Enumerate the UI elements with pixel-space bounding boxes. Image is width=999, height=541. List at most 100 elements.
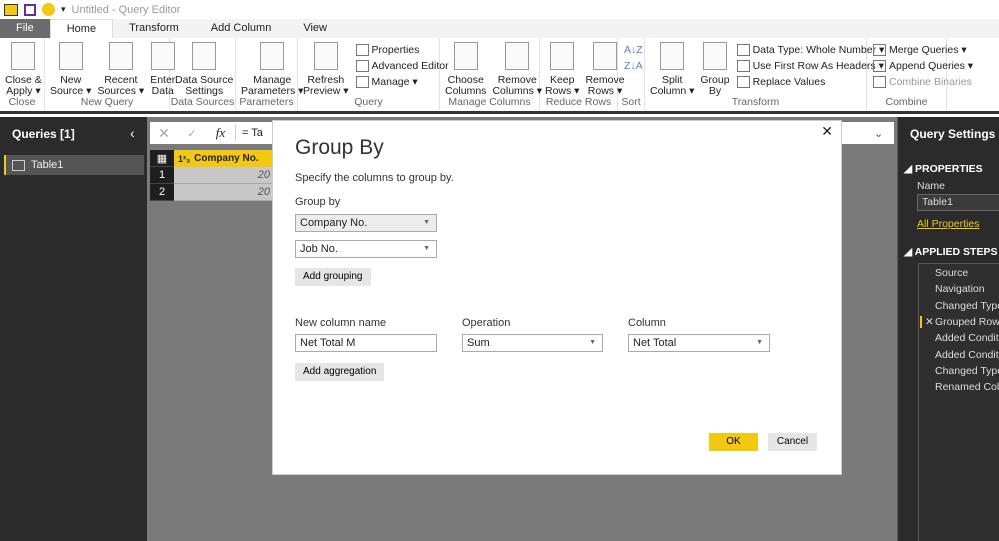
- group-by-field-2[interactable]: Job No. ▼: [295, 240, 437, 258]
- delete-step-icon[interactable]: ✕: [920, 315, 934, 328]
- applied-step[interactable]: Source: [935, 267, 968, 279]
- new-column-name-input[interactable]: Net Total M: [295, 334, 437, 352]
- ribbon-tabs: File Home Transform Add Column View: [0, 19, 999, 38]
- sort-descending-icon[interactable]: Z↓A: [624, 60, 643, 72]
- ribbon-group-close: Close & Apply ▾ Close: [0, 38, 45, 110]
- group-label: Combine: [885, 96, 928, 108]
- button-label: Remove Columns ▾: [492, 74, 543, 97]
- choosecolumns-icon: [453, 42, 478, 70]
- tab-file[interactable]: File: [0, 19, 50, 38]
- cancel-button[interactable]: Cancel: [768, 433, 817, 451]
- groupby-icon: [702, 42, 727, 70]
- cancel-formula-icon[interactable]: ✕: [150, 125, 178, 142]
- applied-step[interactable]: Navigation: [935, 283, 985, 295]
- data-sourcesettings-icon: [192, 42, 217, 70]
- manage-icon: [355, 76, 369, 88]
- table-icon: [12, 159, 25, 171]
- merge-queries-button[interactable]: Merge Queries ▾: [873, 44, 973, 56]
- dialog-title: Group By: [295, 136, 384, 159]
- add-aggregation-button[interactable]: Add aggregation: [295, 363, 385, 381]
- properties-header[interactable]: ◢ PROPERTIES: [904, 163, 983, 175]
- group-label: Sort: [621, 96, 641, 108]
- tab-view[interactable]: View: [287, 19, 343, 38]
- properties-icon: [355, 44, 369, 56]
- append-queries-icon: [873, 60, 886, 72]
- group-by-label: Group by: [295, 196, 341, 208]
- column-header[interactable]: 1²₃ Company No.: [174, 150, 274, 167]
- keeprows-icon: [550, 42, 575, 70]
- group-by-field-1[interactable]: Company No. ▼: [295, 214, 437, 232]
- chevron-down-icon: ▼: [756, 339, 763, 346]
- ribbon-group-combine: Merge Queries ▾ Append Queries ▾ Combine B…: [867, 38, 973, 110]
- collapse-icon[interactable]: ‹: [130, 125, 135, 141]
- group-label: Query: [354, 96, 383, 108]
- group-label: Manage Columns: [448, 96, 531, 108]
- tab-home[interactable]: Home: [49, 19, 114, 38]
- removerows-icon: [593, 42, 617, 70]
- ribbon: Close & Apply ▾ Close New Source ▾ Recent S…: [0, 38, 999, 114]
- applied-step[interactable]: Changed Type: [935, 300, 999, 312]
- append-queries-button[interactable]: Append Queries ▾: [873, 60, 973, 72]
- name-input[interactable]: Table1: [917, 194, 999, 211]
- sort-ascending-icon[interactable]: A↓Z: [624, 44, 643, 56]
- applied-step[interactable]: Renamed Columns: [935, 381, 999, 393]
- new-column-label: New column name: [295, 317, 387, 329]
- group-label: Transform: [731, 96, 780, 108]
- applied-step[interactable]: Added Conditional Column1: [935, 349, 999, 361]
- group-label: Data Sources: [170, 96, 235, 108]
- table-menu-icon[interactable]: ▦: [150, 150, 174, 167]
- column-label: Column: [628, 317, 666, 329]
- properties-button[interactable]: Properties: [355, 44, 449, 56]
- quick-access-icon[interactable]: ▾: [61, 4, 66, 15]
- replace-values-button[interactable]: Replace Values: [736, 76, 885, 88]
- all-properties-link[interactable]: All Properties: [917, 218, 979, 230]
- button-label: Choose Columns: [445, 74, 487, 97]
- merge-queries-icon: [873, 44, 886, 56]
- close-apply-icon: [11, 42, 36, 70]
- replace-values-icon: [736, 76, 750, 88]
- applied-step[interactable]: Added Conditional Column: [935, 332, 999, 344]
- removecolumns-icon: [505, 42, 530, 70]
- table-row: 2 20: [150, 184, 274, 201]
- operation-select[interactable]: Sum ▼: [462, 334, 603, 352]
- chevron-down-icon: ▼: [423, 245, 430, 252]
- tab-transform[interactable]: Transform: [113, 19, 195, 38]
- close-icon[interactable]: ✕: [821, 123, 833, 140]
- chevron-down-icon: ▼: [589, 339, 596, 346]
- query-settings-title: Query Settings: [910, 127, 996, 141]
- tab-add-column[interactable]: Add Column: [195, 19, 288, 38]
- use-first-row-as-headers-button[interactable]: Use First Row As Headers ▾: [736, 60, 885, 72]
- group-label: Parameters: [239, 96, 294, 108]
- expand-formula-icon[interactable]: ⌄: [874, 127, 894, 140]
- button-label: Close & Apply ▾: [5, 74, 42, 97]
- ribbon-group-manage-columns: Choose Columns Remove Columns ▾ Manage Col…: [440, 38, 543, 110]
- applied-step[interactable]: Grouped Rows: [935, 316, 999, 328]
- title-bar: ▾ Untitled - Query Editor: [0, 0, 999, 19]
- data-type-whole-number-icon: [736, 44, 750, 56]
- advanced-editor-button[interactable]: Advanced Editor: [355, 60, 449, 72]
- group-label: New Query: [80, 96, 134, 108]
- query-label: Table1: [31, 159, 64, 171]
- table-row: 1 20: [150, 167, 274, 184]
- save-icon[interactable]: [24, 3, 36, 16]
- ribbon-group-data-sources: Data Source Settings Data Sources: [170, 38, 236, 110]
- smiley-icon[interactable]: [42, 3, 55, 16]
- ok-button[interactable]: OK: [709, 433, 758, 451]
- refreshpreview-icon: [313, 42, 338, 70]
- add-grouping-button[interactable]: Add grouping: [295, 268, 371, 286]
- button-label: Manage Parameters ▾: [241, 74, 304, 97]
- combine-binaries-button[interactable]: Combine Binaries: [873, 76, 973, 88]
- combine-binaries-icon: [873, 76, 886, 88]
- query-item-table1[interactable]: Table1: [4, 155, 144, 175]
- applied-step[interactable]: Changed Type1: [935, 365, 999, 377]
- ribbon-group-new-query: New Source ▾ Recent Sources ▾ Enter Data Ne…: [45, 38, 175, 110]
- manage-button[interactable]: Manage ▾: [355, 76, 449, 88]
- window-title: Untitled - Query Editor: [71, 3, 181, 16]
- data-type-whole-number-button[interactable]: Data Type: Whole Number ▾: [736, 44, 884, 56]
- ribbon-group-sort: A↓Z Z↓A Sort: [618, 38, 645, 110]
- queries-title: Queries [1]: [12, 127, 75, 141]
- fx-icon[interactable]: fx: [206, 125, 236, 141]
- column-select[interactable]: Net Total ▼: [628, 334, 770, 352]
- ribbon-group-query: Refresh Preview ▾ Properties Advanced Edit…: [298, 38, 449, 110]
- confirm-formula-icon[interactable]: ✓: [178, 127, 206, 140]
